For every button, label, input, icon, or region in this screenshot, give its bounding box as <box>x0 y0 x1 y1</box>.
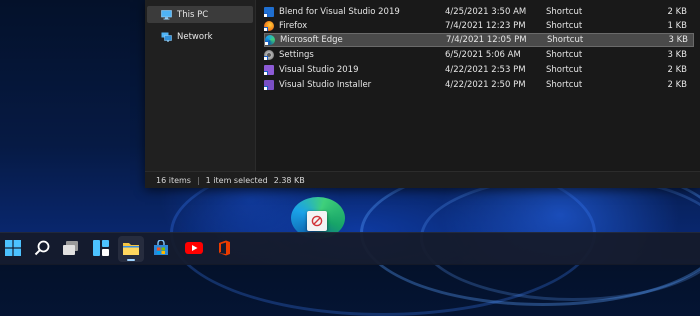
item-count: 16 items <box>156 175 191 185</box>
file-row-visual-studio-installer[interactable]: Visual Studio Installer 4/22/2021 2:50 P… <box>264 78 694 92</box>
search-icon <box>34 240 50 259</box>
search-button[interactable] <box>29 236 55 262</box>
file-row-blend[interactable]: Blend for Visual Studio 2019 4/25/2021 3… <box>264 5 694 19</box>
file-type: Shortcut <box>547 35 584 45</box>
widgets-button[interactable] <box>88 236 114 262</box>
office-button[interactable] <box>211 236 237 262</box>
file-date: 4/25/2021 3:50 AM <box>445 7 527 17</box>
taskbar <box>0 232 700 265</box>
file-name: Visual Studio Installer <box>279 80 372 90</box>
file-name: Blend for Visual Studio 2019 <box>279 7 400 17</box>
file-date: 6/5/2021 5:06 AM <box>445 50 521 60</box>
status-separator: | <box>196 175 200 185</box>
office-icon <box>217 240 231 259</box>
file-name: Firefox <box>279 21 308 31</box>
settings-icon <box>264 50 274 60</box>
sidebar-item-label: Network <box>177 31 213 42</box>
navigation-pane: This PC Network <box>145 0 256 171</box>
file-row-visual-studio-2019[interactable]: Visual Studio 2019 4/22/2021 2:53 PM Sho… <box>264 63 694 77</box>
file-type: Shortcut <box>546 50 583 60</box>
visual-studio-icon <box>264 65 274 75</box>
folder-icon <box>122 240 140 259</box>
edge-icon <box>265 35 275 45</box>
file-name: Microsoft Edge <box>280 35 343 45</box>
no-drop-icon <box>307 211 327 231</box>
file-size: 3 KB <box>667 50 687 60</box>
file-type: Shortcut <box>546 65 583 75</box>
task-view-button[interactable] <box>58 236 84 262</box>
youtube-icon <box>185 241 203 258</box>
active-indicator <box>127 259 135 261</box>
sidebar-item-label: This PC <box>177 9 209 20</box>
monitor-icon <box>161 9 172 20</box>
sidebar-item-network[interactable]: Network <box>147 28 253 45</box>
file-row-firefox[interactable]: Firefox 7/4/2021 12:23 PM Shortcut 1 KB <box>264 19 694 33</box>
file-size: 1 KB <box>667 21 687 31</box>
file-explorer-window: This PC Network Blend for Visual Studio … <box>145 0 700 188</box>
file-type: Shortcut <box>546 7 583 17</box>
network-icon <box>161 32 172 42</box>
file-date: 4/22/2021 2:50 PM <box>445 80 526 90</box>
start-button[interactable] <box>0 236 26 262</box>
file-name: Visual Studio 2019 <box>279 65 359 75</box>
file-date: 7/4/2021 12:05 PM <box>446 35 527 45</box>
file-row-microsoft-edge[interactable]: Microsoft Edge 7/4/2021 12:05 PM Shortcu… <box>264 33 694 47</box>
widgets-icon <box>93 239 109 259</box>
sidebar-item-this-pc[interactable]: This PC <box>147 6 253 23</box>
file-date: 4/22/2021 2:53 PM <box>445 65 526 75</box>
selection-size: 2.38 KB <box>273 175 305 185</box>
task-view-icon <box>62 240 80 259</box>
file-type: Shortcut <box>546 80 583 90</box>
file-size: 2 KB <box>667 65 687 75</box>
windows-start-icon <box>5 239 21 259</box>
file-date: 7/4/2021 12:23 PM <box>445 21 526 31</box>
file-row-settings[interactable]: Settings 6/5/2021 5:06 AM Shortcut 3 KB <box>264 48 694 62</box>
file-size: 3 KB <box>668 35 688 45</box>
visual-studio-installer-icon <box>264 80 274 90</box>
store-icon <box>153 238 169 259</box>
selection-count: 1 item selected <box>205 175 268 185</box>
blend-icon <box>264 7 274 17</box>
youtube-button[interactable] <box>181 236 207 262</box>
firefox-icon <box>264 21 274 31</box>
file-list: Blend for Visual Studio 2019 4/25/2021 3… <box>256 0 700 171</box>
file-size: 2 KB <box>667 80 687 90</box>
status-bar: 16 items | 1 item selected 2.38 KB <box>145 171 700 188</box>
microsoft-store-button[interactable] <box>148 236 174 262</box>
file-explorer-taskbar-button[interactable] <box>118 236 144 262</box>
file-size: 2 KB <box>667 7 687 17</box>
file-type: Shortcut <box>546 21 583 31</box>
file-name: Settings <box>279 50 314 60</box>
